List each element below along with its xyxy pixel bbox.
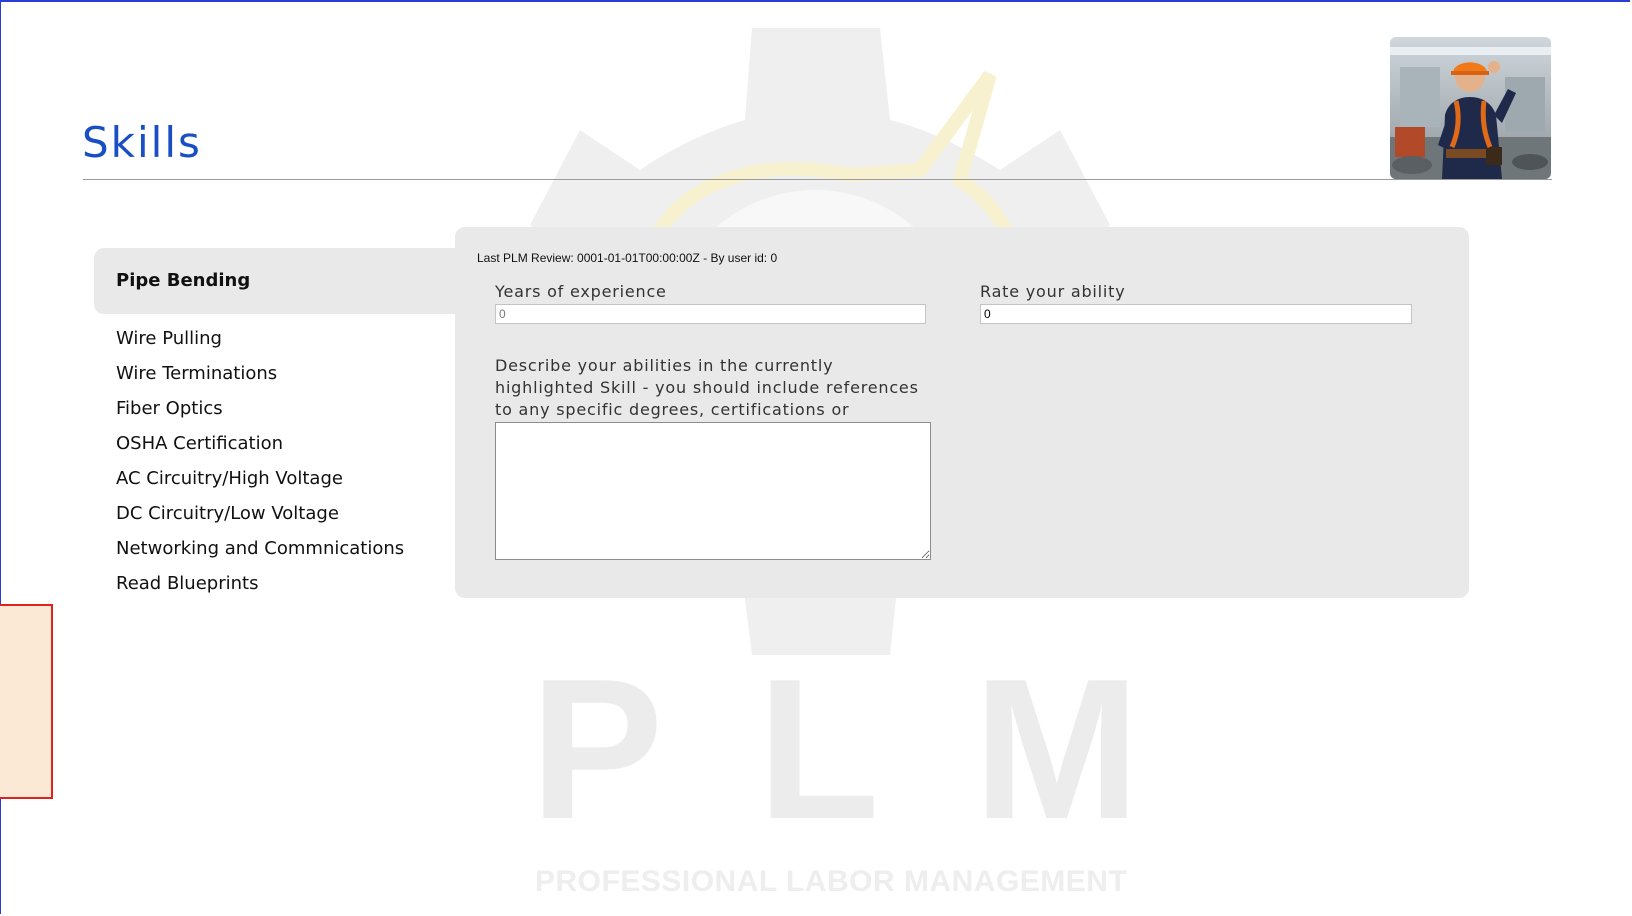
watermark-tagline: PROFESSIONAL LABOR MANAGEMENT [535, 865, 1128, 898]
skill-item-wire-pulling[interactable]: Wire Pulling [94, 321, 456, 356]
skill-item-pipe-bending[interactable]: Pipe Bending [94, 248, 456, 314]
skill-item-dc-circuitry[interactable]: DC Circuitry/Low Voltage [94, 496, 456, 531]
skill-item-networking[interactable]: Networking and Commnications [94, 531, 456, 566]
side-note-box[interactable] [0, 604, 53, 799]
watermark-letter-m: M [973, 638, 1140, 861]
skill-item-osha-certification[interactable]: OSHA Certification [94, 426, 456, 461]
skill-item-wire-terminations[interactable]: Wire Terminations [94, 356, 456, 391]
years-of-experience-input[interactable] [495, 304, 926, 324]
years-label: Years of experience [495, 282, 667, 301]
skills-list: Pipe Bending Wire Pulling Wire Terminati… [94, 248, 456, 601]
review-info: Last PLM Review: 0001-01-01T00:00:00Z - … [477, 251, 778, 265]
plm-watermark-letters: P L M [530, 650, 1140, 850]
skill-item-ac-circuitry[interactable]: AC Circuitry/High Voltage [94, 461, 456, 496]
ability-label: Rate your ability [980, 282, 1126, 301]
page-title: Skills [82, 118, 202, 167]
watermark-letter-l: L [757, 638, 880, 861]
skill-detail-panel: Last PLM Review: 0001-01-01T00:00:00Z - … [455, 227, 1469, 598]
worker-photo [1390, 37, 1551, 179]
title-divider [83, 179, 1552, 180]
rate-ability-input[interactable] [980, 304, 1412, 324]
watermark-letter-p: P [530, 638, 664, 861]
skill-item-read-blueprints[interactable]: Read Blueprints [94, 566, 456, 601]
skill-item-fiber-optics[interactable]: Fiber Optics [94, 391, 456, 426]
description-textarea[interactable] [495, 422, 931, 560]
